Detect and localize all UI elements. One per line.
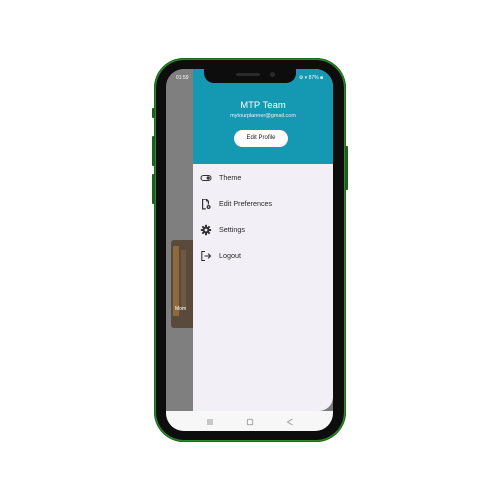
menu-item-label: Logout <box>219 251 241 260</box>
drawer-menu: Theme Edit Preferences Settings Logout <box>193 165 333 269</box>
camera-notch <box>204 69 296 83</box>
user-email: mytourplanner@gmail.com <box>230 113 296 119</box>
edit-profile-button[interactable]: Edit Profile <box>234 130 288 147</box>
toggle-icon <box>200 171 212 183</box>
volume-down-button <box>152 174 155 204</box>
recents-icon[interactable] <box>204 415 216 427</box>
phone-screen: Mom MTP Team mytourplanner@gmail.com Edi… <box>166 69 333 431</box>
background-card: Mom <box>171 240 193 328</box>
edit-preferences-icon <box>200 197 212 210</box>
user-name: MTP Team <box>240 100 286 111</box>
navigation-drawer: MTP Team mytourplanner@gmail.com Edit Pr… <box>193 69 333 411</box>
background-card-text: Mom <box>175 306 187 312</box>
home-icon[interactable] <box>244 415 256 427</box>
menu-item-settings[interactable]: Settings <box>193 217 333 243</box>
logout-icon <box>200 249 212 262</box>
front-camera <box>270 72 275 77</box>
menu-item-label: Theme <box>219 173 242 182</box>
power-button <box>345 146 348 190</box>
volume-up-button <box>152 136 155 166</box>
menu-item-theme[interactable]: Theme <box>193 165 333 191</box>
menu-item-label: Edit Preferences <box>219 199 273 208</box>
back-icon[interactable] <box>284 415 296 427</box>
system-nav-bar <box>166 411 333 431</box>
speaker-grille <box>236 73 260 76</box>
status-time: 01:59 <box>176 75 189 81</box>
menu-item-label: Settings <box>219 225 245 234</box>
gear-icon <box>200 223 212 236</box>
status-indicators: ⚙ ▾ 87% ■ <box>298 75 323 81</box>
menu-item-logout[interactable]: Logout <box>193 243 333 269</box>
mute-button <box>152 108 155 118</box>
menu-item-edit-preferences[interactable]: Edit Preferences <box>193 191 333 217</box>
